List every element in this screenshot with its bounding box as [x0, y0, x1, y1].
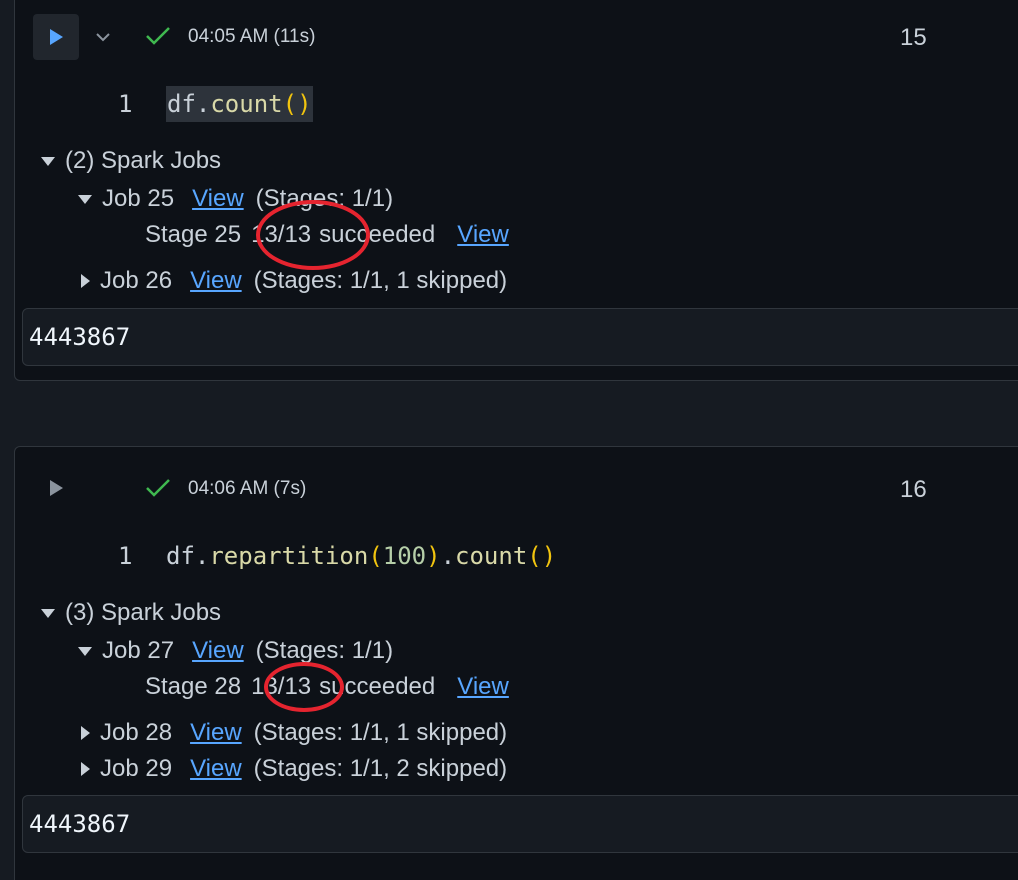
- job-view-link[interactable]: View: [192, 637, 244, 665]
- job-row: Job 25 View (Stages: 1/1): [78, 183, 393, 215]
- execution-count: 15: [900, 24, 927, 51]
- job-view-link[interactable]: View: [190, 267, 242, 295]
- spark-jobs-header[interactable]: (2) Spark Jobs: [41, 145, 221, 177]
- triangle-right-icon[interactable]: [81, 274, 90, 288]
- job-row: Job 27 View (Stages: 1/1): [78, 635, 393, 667]
- stage-progress: 13/13: [251, 673, 312, 700]
- code-token: ): [426, 542, 441, 570]
- code-token: .: [440, 542, 456, 570]
- check-icon: [146, 479, 170, 497]
- execution-time: 04:06 AM (7s): [188, 478, 307, 499]
- check-icon: [146, 27, 170, 45]
- job-label: Job 27: [102, 637, 175, 664]
- code-token: df: [166, 542, 195, 570]
- run-options-dropdown[interactable]: [92, 26, 114, 48]
- stage-view-link[interactable]: View: [457, 221, 509, 249]
- job-stages: (Stages: 1/1): [255, 185, 394, 212]
- code-token: (: [527, 542, 542, 570]
- code-token: ): [297, 90, 312, 118]
- line-number: 1: [118, 90, 133, 118]
- execution-count: 16: [900, 476, 927, 503]
- line-number: 1: [118, 542, 133, 570]
- code-token: count: [210, 90, 283, 118]
- code-line[interactable]: df.count(): [166, 86, 313, 122]
- triangle-right-icon[interactable]: [81, 762, 90, 776]
- code-token: (: [368, 542, 383, 570]
- triangle-down-icon[interactable]: [41, 608, 55, 618]
- spark-jobs-label: (3) Spark Jobs: [65, 599, 222, 626]
- run-cell-button[interactable]: [33, 465, 79, 511]
- job-stages: (Stages: 1/1, 1 skipped): [253, 719, 508, 746]
- job-label: Job 28: [100, 719, 173, 746]
- job-label: Job 26: [100, 267, 173, 294]
- stage-status: succeeded: [319, 673, 436, 700]
- cell-output: 4443867: [22, 795, 1018, 853]
- stage-status: succeeded: [319, 221, 436, 248]
- job-stages: (Stages: 1/1): [255, 637, 394, 664]
- stage-row: Stage 25 13/13 succeeded View: [145, 219, 521, 251]
- job-view-link[interactable]: View: [190, 755, 242, 783]
- job-row: Job 26 View (Stages: 1/1, 1 skipped): [81, 265, 507, 297]
- stage-row: Stage 28 13/13 succeeded View: [145, 671, 521, 703]
- stage-label: Stage 25: [145, 221, 242, 248]
- job-row: Job 29 View (Stages: 1/1, 2 skipped): [81, 753, 507, 785]
- stage-label: Stage 28: [145, 673, 242, 700]
- spark-jobs-header[interactable]: (3) Spark Jobs: [41, 597, 221, 629]
- job-stages: (Stages: 1/1, 2 skipped): [253, 755, 508, 782]
- code-token: ): [541, 542, 557, 570]
- job-stages: (Stages: 1/1, 1 skipped): [253, 267, 508, 294]
- play-icon: [50, 29, 63, 45]
- code-token: .: [195, 90, 211, 118]
- job-row: Job 28 View (Stages: 1/1, 1 skipped): [81, 717, 507, 749]
- play-icon: [50, 480, 63, 496]
- run-cell-button[interactable]: [33, 14, 79, 60]
- cell-output: 4443867: [22, 308, 1018, 366]
- spark-jobs-label: (2) Spark Jobs: [65, 147, 222, 174]
- job-view-link[interactable]: View: [192, 185, 244, 213]
- triangle-right-icon[interactable]: [81, 726, 90, 740]
- code-token: repartition: [209, 542, 369, 570]
- job-view-link[interactable]: View: [190, 719, 242, 747]
- code-token: df: [167, 90, 196, 118]
- triangle-down-icon[interactable]: [78, 194, 92, 204]
- job-label: Job 29: [100, 755, 173, 782]
- execution-time: 04:05 AM (11s): [188, 26, 316, 47]
- triangle-down-icon[interactable]: [78, 646, 92, 656]
- stage-progress: 13/13: [251, 221, 312, 248]
- job-label: Job 25: [102, 185, 175, 212]
- stage-view-link[interactable]: View: [457, 673, 509, 701]
- triangle-down-icon[interactable]: [41, 156, 55, 166]
- code-token: count: [455, 542, 528, 570]
- code-token: 100: [382, 542, 427, 570]
- chevron-down-icon: [96, 33, 110, 42]
- code-token: .: [194, 542, 210, 570]
- code-token: (: [282, 90, 298, 118]
- code-line[interactable]: df.repartition(100).count(): [166, 538, 556, 574]
